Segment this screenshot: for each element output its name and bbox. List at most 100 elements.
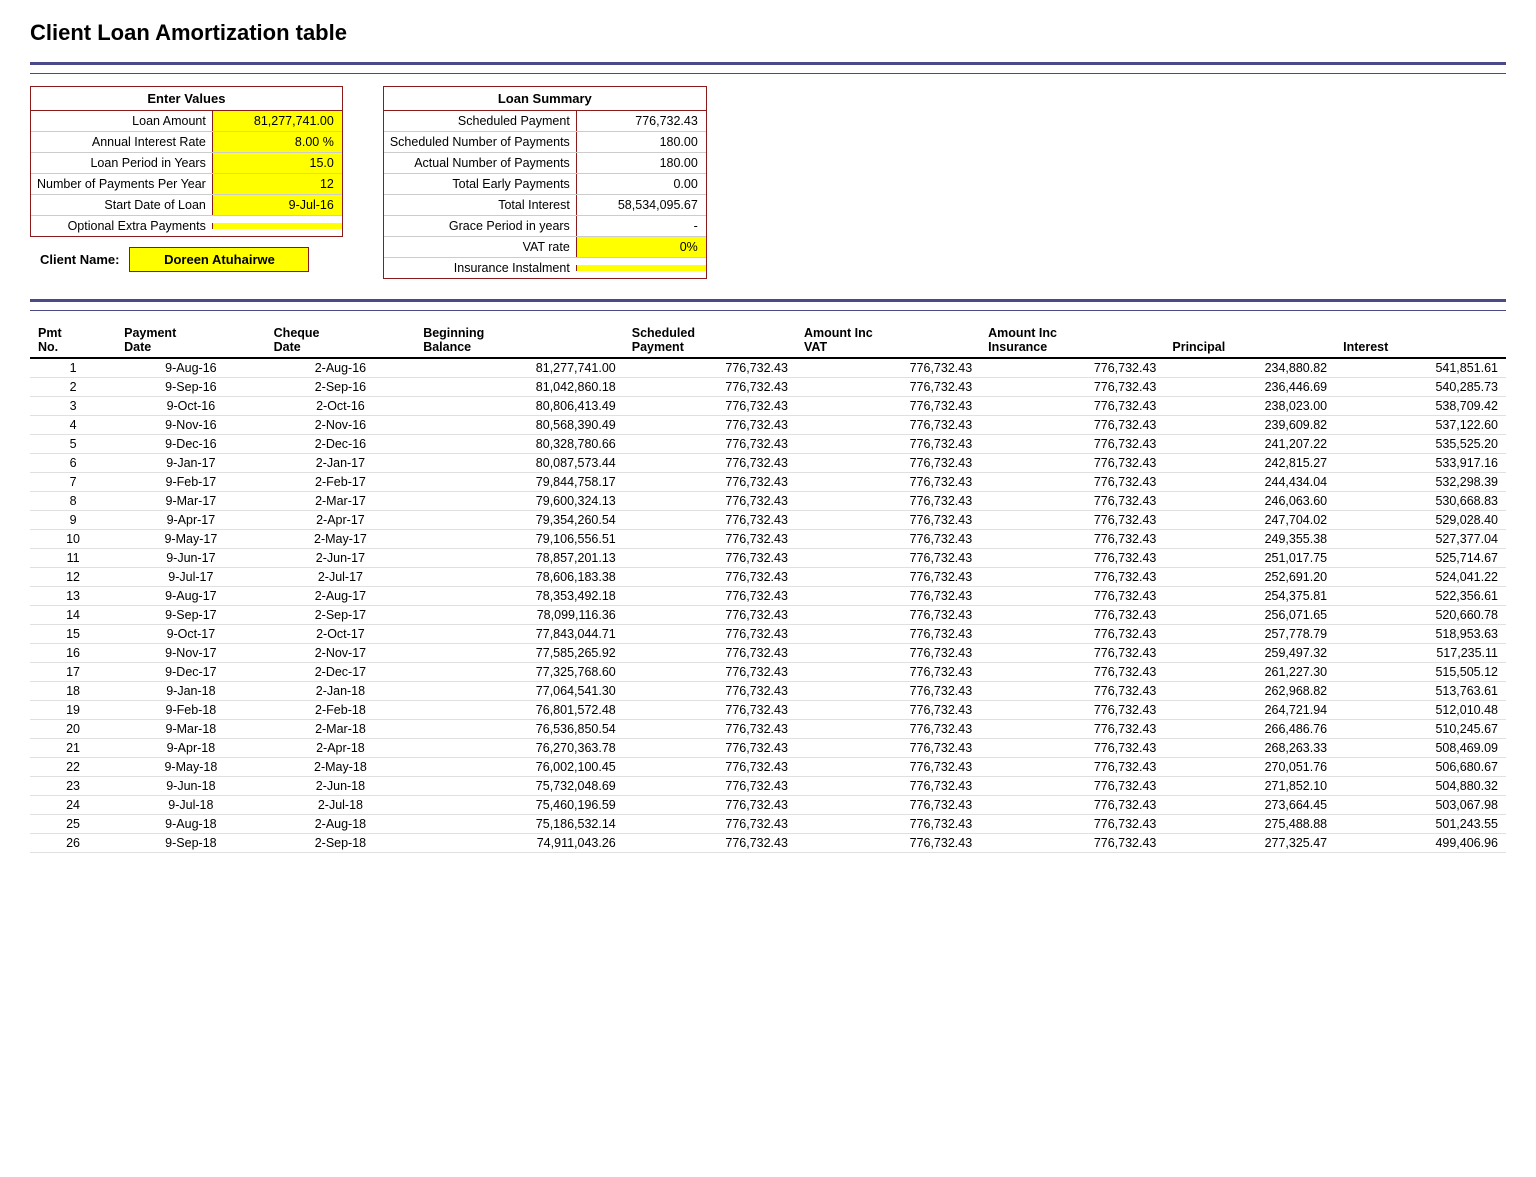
table-cell-18-7: 264,721.94 [1164,701,1335,720]
table-row: 209-Mar-182-Mar-1876,536,850.54776,732.4… [30,720,1506,739]
table-cell-23-6: 776,732.43 [980,796,1164,815]
col-header-7: Principal [1164,323,1335,358]
table-cell-20-3: 76,270,363.78 [415,739,624,758]
client-name: Doreen Atuhairwe [129,247,309,272]
table-cell-11-0: 12 [30,568,116,587]
table-cell-21-7: 270,051.76 [1164,758,1335,777]
table-cell-25-7: 277,325.47 [1164,834,1335,853]
table-cell-11-1: 9-Jul-17 [116,568,266,587]
table-cell-22-4: 776,732.43 [624,777,796,796]
loan-summary-row-2: Actual Number of Payments 180.00 [384,153,706,174]
loan-summary-row-7: Insurance Instalment [384,258,706,278]
table-cell-13-6: 776,732.43 [980,606,1164,625]
table-cell-24-7: 275,488.88 [1164,815,1335,834]
table-cell-16-5: 776,732.43 [796,663,980,682]
table-row: 59-Dec-162-Dec-1680,328,780.66776,732.43… [30,435,1506,454]
loan-summary-label-7: Insurance Instalment [384,258,576,278]
loan-summary-label-4: Total Interest [384,195,576,215]
table-cell-17-0: 18 [30,682,116,701]
table-cell-25-2: 2-Sep-18 [266,834,416,853]
table-cell-24-2: 2-Aug-18 [266,815,416,834]
table-cell-17-1: 9-Jan-18 [116,682,266,701]
table-cell-19-5: 776,732.43 [796,720,980,739]
table-cell-7-8: 530,668.83 [1335,492,1506,511]
table-row: 249-Jul-182-Jul-1875,460,196.59776,732.4… [30,796,1506,815]
table-cell-6-6: 776,732.43 [980,473,1164,492]
table-cell-25-0: 26 [30,834,116,853]
table-cell-0-5: 776,732.43 [796,358,980,378]
amortization-table: PmtNo.PaymentDateChequeDateBeginningBala… [30,323,1506,853]
header-row: PmtNo.PaymentDateChequeDateBeginningBala… [30,323,1506,358]
table-cell-10-4: 776,732.43 [624,549,796,568]
enter-values-row-5: Optional Extra Payments [31,216,342,236]
table-cell-17-6: 776,732.43 [980,682,1164,701]
table-cell-4-5: 776,732.43 [796,435,980,454]
table-cell-8-8: 529,028.40 [1335,511,1506,530]
enter-values-row-2: Loan Period in Years 15.0 [31,153,342,174]
table-cell-10-3: 78,857,201.13 [415,549,624,568]
table-cell-15-8: 517,235.11 [1335,644,1506,663]
table-cell-19-0: 20 [30,720,116,739]
table-cell-23-7: 273,664.45 [1164,796,1335,815]
table-cell-2-4: 776,732.43 [624,397,796,416]
table-row: 139-Aug-172-Aug-1778,353,492.18776,732.4… [30,587,1506,606]
table-cell-14-3: 77,843,044.71 [415,625,624,644]
loan-summary-label-1: Scheduled Number of Payments [384,132,576,152]
table-cell-24-4: 776,732.43 [624,815,796,834]
enter-values-label-4: Start Date of Loan [31,195,212,215]
table-cell-19-8: 510,245.67 [1335,720,1506,739]
table-cell-10-5: 776,732.43 [796,549,980,568]
table-cell-0-8: 541,851.61 [1335,358,1506,378]
table-cell-12-5: 776,732.43 [796,587,980,606]
table-cell-4-0: 5 [30,435,116,454]
table-cell-4-4: 776,732.43 [624,435,796,454]
table-cell-21-6: 776,732.43 [980,758,1164,777]
table-cell-22-0: 23 [30,777,116,796]
table-cell-24-0: 25 [30,815,116,834]
client-label: Client Name: [40,252,119,267]
table-cell-5-0: 6 [30,454,116,473]
table-cell-2-7: 238,023.00 [1164,397,1335,416]
loan-summary-row-5: Grace Period in years - [384,216,706,237]
loan-summary-row-6: VAT rate 0% [384,237,706,258]
table-cell-3-2: 2-Nov-16 [266,416,416,435]
table-cell-11-5: 776,732.43 [796,568,980,587]
table-cell-19-4: 776,732.43 [624,720,796,739]
table-cell-6-8: 532,298.39 [1335,473,1506,492]
table-cell-1-0: 2 [30,378,116,397]
table-cell-23-1: 9-Jul-18 [116,796,266,815]
table-cell-4-7: 241,207.22 [1164,435,1335,454]
table-cell-8-2: 2-Apr-17 [266,511,416,530]
table-cell-8-6: 776,732.43 [980,511,1164,530]
table-cell-5-5: 776,732.43 [796,454,980,473]
table-cell-12-8: 522,356.61 [1335,587,1506,606]
table-cell-20-7: 268,263.33 [1164,739,1335,758]
table-row: 39-Oct-162-Oct-1680,806,413.49776,732.43… [30,397,1506,416]
loan-summary-box: Loan Summary Scheduled Payment 776,732.4… [383,86,707,279]
enter-values-label-5: Optional Extra Payments [31,216,212,236]
table-cell-7-3: 79,600,324.13 [415,492,624,511]
table-cell-6-7: 244,434.04 [1164,473,1335,492]
enter-values-value-3: 12 [212,174,342,194]
table-cell-2-8: 538,709.42 [1335,397,1506,416]
table-cell-0-6: 776,732.43 [980,358,1164,378]
table-row: 219-Apr-182-Apr-1876,270,363.78776,732.4… [30,739,1506,758]
table-cell-7-5: 776,732.43 [796,492,980,511]
loan-summary-value-4: 58,534,095.67 [576,195,706,215]
table-cell-22-1: 9-Jun-18 [116,777,266,796]
table-cell-21-2: 2-May-18 [266,758,416,777]
table-cell-22-3: 75,732,048.69 [415,777,624,796]
loan-summary-value-6: 0% [576,237,706,257]
table-cell-5-2: 2-Jan-17 [266,454,416,473]
enter-values-value-2: 15.0 [212,153,342,173]
loan-summary-value-3: 0.00 [576,174,706,194]
page-title: Client Loan Amortization table [30,20,1506,46]
table-cell-7-7: 246,063.60 [1164,492,1335,511]
table-cell-0-3: 81,277,741.00 [415,358,624,378]
enter-values-value-4: 9-Jul-16 [212,195,342,215]
col-header-6: Amount IncInsurance [980,323,1164,358]
table-cell-2-0: 3 [30,397,116,416]
loan-summary-row-0: Scheduled Payment 776,732.43 [384,111,706,132]
table-row: 179-Dec-172-Dec-1777,325,768.60776,732.4… [30,663,1506,682]
table-cell-18-1: 9-Feb-18 [116,701,266,720]
